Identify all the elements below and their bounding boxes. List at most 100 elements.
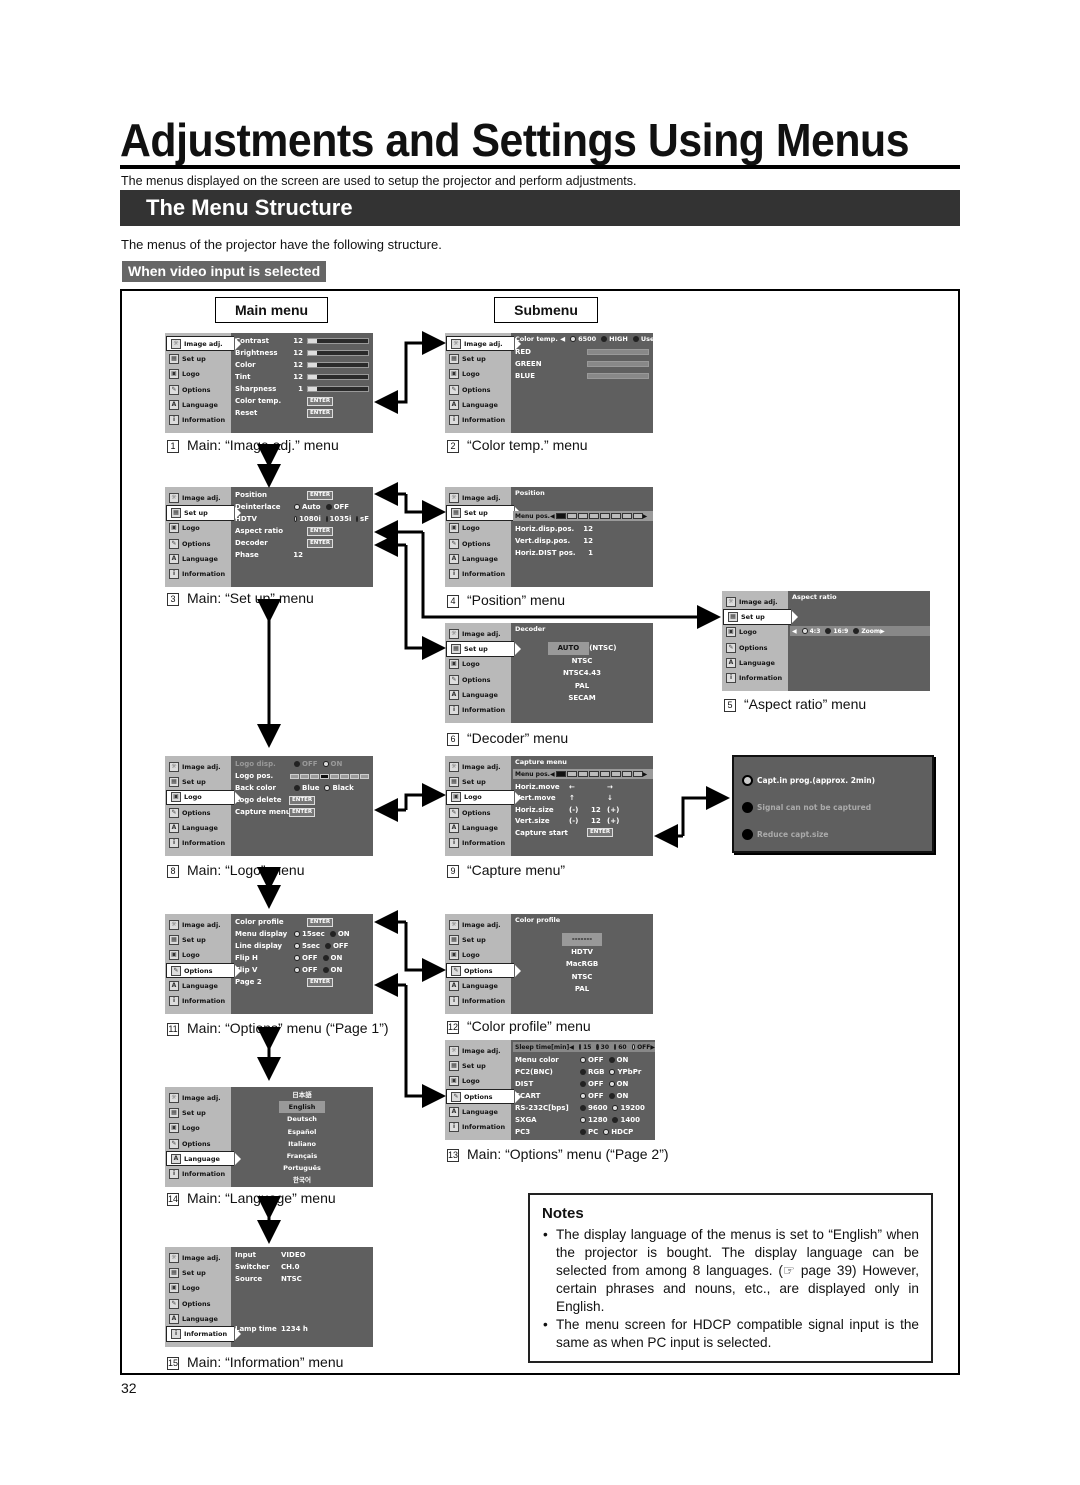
- increase-button[interactable]: (+): [607, 817, 619, 825]
- radio-button[interactable]: [294, 955, 300, 961]
- sidebar-item-imageadj[interactable]: ☼ Image adj.: [165, 759, 231, 774]
- sidebar-item-information[interactable]: i Information: [166, 1326, 241, 1342]
- radio-button[interactable]: [294, 785, 300, 791]
- sidebar-item-language[interactable]: A Language: [445, 397, 511, 412]
- sidebar-item-information[interactable]: i Information: [165, 566, 231, 581]
- sidebar-item-imageadj[interactable]: ☼ Image adj.: [445, 917, 511, 932]
- decrease-button[interactable]: ←: [569, 783, 591, 791]
- sidebar-item-language[interactable]: A Language: [165, 551, 231, 566]
- sidebar-item-imageadj[interactable]: ☼ Image adj.: [722, 594, 788, 609]
- language-option[interactable]: Italiano: [235, 1138, 369, 1150]
- sidebar-item-language[interactable]: A Language: [165, 1311, 231, 1326]
- sidebar-item-options[interactable]: ✎ Options: [446, 962, 521, 979]
- radio-button[interactable]: [580, 1117, 586, 1123]
- radio-button[interactable]: [596, 1044, 599, 1050]
- sidebar-item-options[interactable]: ✎ Options: [166, 962, 241, 979]
- radio-button[interactable]: [603, 1129, 610, 1135]
- list-option[interactable]: PAL: [515, 983, 649, 996]
- sidebar-item-information[interactable]: i Information: [445, 412, 511, 427]
- sidebar-item-logo[interactable]: ▣ Logo: [445, 521, 511, 536]
- sidebar-item-logo[interactable]: ▣ Logo: [446, 789, 521, 805]
- list-option[interactable]: AUTO (NTSC): [515, 642, 649, 655]
- sidebar-item-options[interactable]: ✎ Options: [445, 536, 511, 551]
- radio-button[interactable]: [580, 1057, 586, 1063]
- sidebar-item-imageadj[interactable]: ☼ Image adj.: [446, 336, 521, 352]
- level-slider[interactable]: [587, 361, 649, 367]
- position-cell[interactable]: [599, 771, 610, 777]
- sidebar-item-setup[interactable]: ▦ Set up: [165, 1265, 231, 1280]
- sidebar-item-setup[interactable]: ▦ Set up: [165, 932, 231, 947]
- increase-button[interactable]: →: [607, 783, 613, 791]
- radio-button[interactable]: [322, 955, 329, 961]
- radio-button[interactable]: [825, 628, 832, 634]
- sidebar-item-setup[interactable]: ▦ Set up: [445, 774, 511, 789]
- decrease-button[interactable]: (-): [569, 817, 591, 825]
- sidebar-item-language[interactable]: A Language: [165, 820, 231, 835]
- position-cell[interactable]: [566, 771, 577, 777]
- enter-button[interactable]: ENTER: [307, 977, 334, 987]
- sidebar-item-language[interactable]: A Language: [445, 978, 511, 993]
- sidebar-item-language[interactable]: A Language: [722, 655, 788, 670]
- list-option[interactable]: PAL: [515, 680, 649, 693]
- decrease-button[interactable]: ↑: [569, 794, 591, 802]
- radio-button[interactable]: [608, 1081, 615, 1087]
- sidebar-item-options[interactable]: ✎ Options: [445, 672, 511, 687]
- radio-button[interactable]: [570, 336, 577, 342]
- position-cell[interactable]: [310, 773, 319, 779]
- position-cell[interactable]: [290, 773, 299, 779]
- radio-button[interactable]: [632, 336, 639, 342]
- radio-button[interactable]: [580, 1129, 586, 1135]
- enter-button[interactable]: ENTER: [307, 396, 334, 406]
- language-option[interactable]: 日本語: [235, 1089, 369, 1101]
- position-cell[interactable]: [340, 773, 349, 779]
- position-cell[interactable]: [621, 513, 632, 519]
- increase-button[interactable]: (+): [607, 806, 619, 814]
- sidebar-item-language[interactable]: A Language: [445, 551, 511, 566]
- sidebar-item-options[interactable]: ✎ Options: [165, 805, 231, 820]
- radio-button[interactable]: [294, 943, 300, 949]
- sidebar-item-options[interactable]: ✎ Options: [165, 1136, 231, 1151]
- level-slider[interactable]: [307, 362, 369, 368]
- sidebar-item-information[interactable]: i Information: [165, 1166, 231, 1181]
- position-cell[interactable]: [320, 773, 329, 779]
- sidebar-item-logo[interactable]: ▣ Logo: [445, 1074, 511, 1089]
- sidebar-item-options[interactable]: ✎ Options: [165, 1296, 231, 1311]
- radio-button[interactable]: [801, 628, 808, 634]
- position-cell[interactable]: [350, 773, 359, 779]
- enter-button[interactable]: ENTER: [307, 917, 334, 927]
- enter-button[interactable]: ENTER: [307, 538, 334, 548]
- position-cell[interactable]: [360, 773, 369, 779]
- position-cell[interactable]: [300, 773, 309, 779]
- sidebar-item-logo[interactable]: ▣ Logo: [445, 657, 511, 672]
- sidebar-item-language[interactable]: A Language: [166, 1151, 241, 1167]
- sidebar-item-information[interactable]: i Information: [165, 993, 231, 1008]
- sidebar-item-setup[interactable]: ▦ Set up: [723, 609, 798, 625]
- radio-button[interactable]: [294, 967, 300, 973]
- sidebar-item-setup[interactable]: ▦ Set up: [165, 774, 231, 789]
- sidebar-item-imageadj[interactable]: ☼ Image adj.: [165, 917, 231, 932]
- sidebar-item-options[interactable]: ✎ Options: [722, 640, 788, 655]
- radio-button[interactable]: [294, 516, 298, 522]
- enter-button[interactable]: ENTER: [587, 828, 614, 838]
- sidebar-item-information[interactable]: i Information: [165, 412, 231, 427]
- list-option[interactable]: -------: [515, 933, 649, 946]
- radio-button[interactable]: [580, 1081, 586, 1087]
- enter-button[interactable]: ENTER: [307, 526, 334, 536]
- sidebar-item-logo[interactable]: ▣ Logo: [165, 521, 231, 536]
- language-option[interactable]: Français: [235, 1150, 369, 1162]
- list-option[interactable]: MacRGB: [515, 958, 649, 971]
- position-cell[interactable]: [610, 771, 621, 777]
- sidebar-item-setup[interactable]: ▦ Set up: [446, 505, 521, 521]
- sidebar-item-information[interactable]: i Information: [445, 702, 511, 717]
- sidebar-item-setup[interactable]: ▦ Set up: [166, 505, 241, 521]
- radio-button[interactable]: [609, 1069, 616, 1075]
- radio-button[interactable]: [580, 1093, 586, 1099]
- sidebar-item-setup[interactable]: ▦ Set up: [446, 641, 521, 657]
- increase-button[interactable]: ↓: [607, 794, 613, 802]
- radio-button[interactable]: [294, 761, 300, 767]
- radio-button[interactable]: [329, 931, 336, 937]
- radio-button[interactable]: [580, 1105, 586, 1111]
- sidebar-item-setup[interactable]: ▦ Set up: [445, 1058, 511, 1073]
- language-option[interactable]: Deutsch: [235, 1113, 369, 1125]
- sidebar-item-imageadj[interactable]: ☼ Image adj.: [445, 626, 511, 641]
